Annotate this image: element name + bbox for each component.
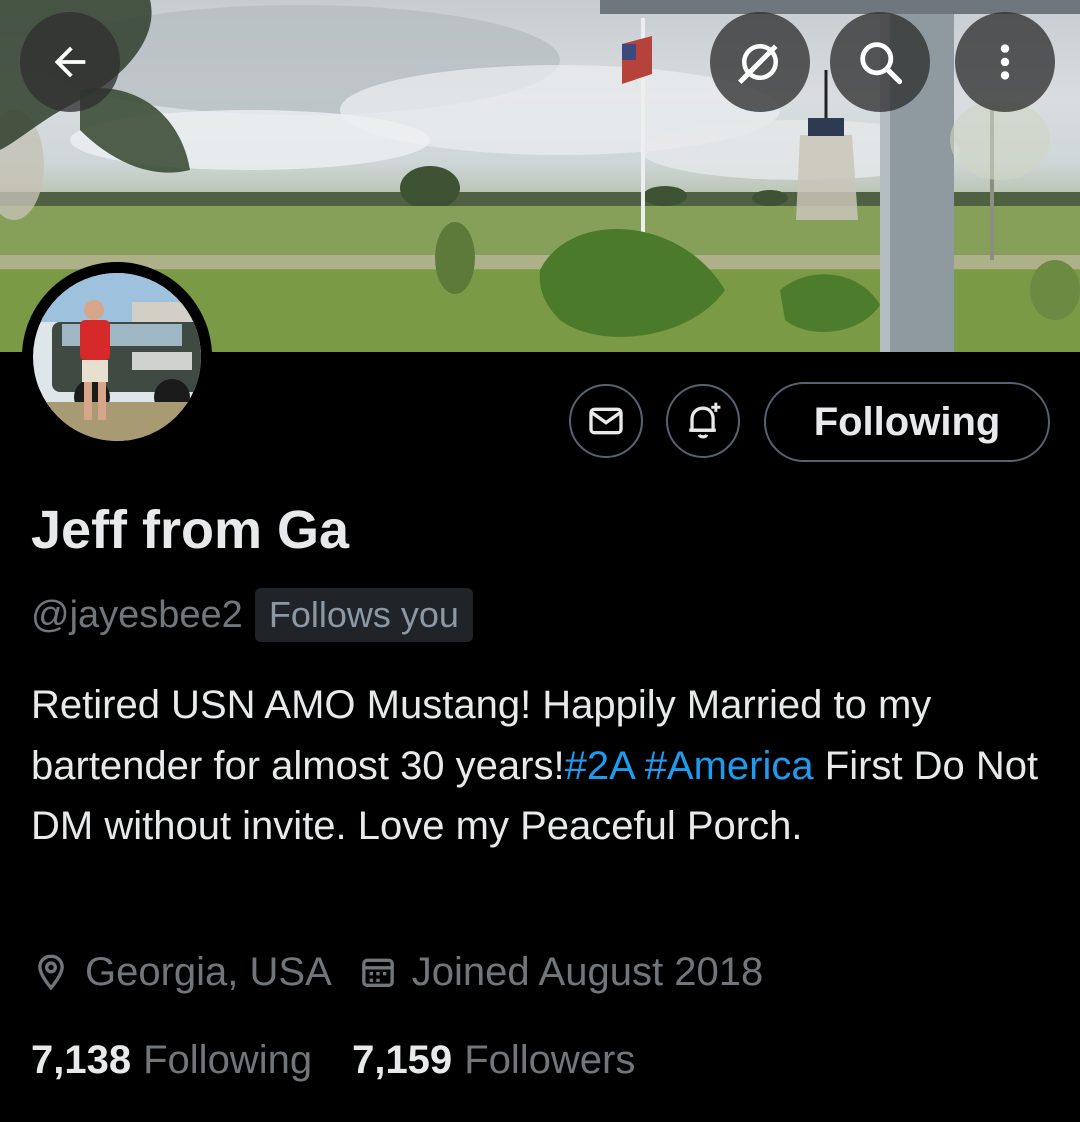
follows-you-badge: Follows you — [254, 588, 473, 642]
mail-icon — [589, 407, 623, 435]
back-button[interactable] — [20, 12, 120, 112]
grok-icon — [737, 44, 778, 85]
message-button[interactable] — [569, 384, 643, 458]
more-vertical-icon — [1000, 44, 1010, 80]
follow-stats: 7,138 Following 7,159 Followers — [31, 1032, 675, 1088]
following-button[interactable]: Following — [764, 382, 1050, 462]
hashtag-america[interactable]: #America — [645, 744, 814, 788]
notifications-button[interactable] — [666, 384, 740, 458]
display-name: Jeff from Ga — [31, 500, 350, 560]
profile-meta: Georgia, USA Joined August 2018 — [31, 944, 789, 1000]
location: Georgia, USA — [31, 950, 332, 995]
search-button[interactable] — [830, 12, 930, 112]
join-date: Joined August 2018 — [358, 950, 763, 995]
profile-screen: Following Jeff from Ga @jayesbee2 Follow… — [0, 0, 1080, 1122]
followers-stat[interactable]: 7,159 Followers — [352, 1038, 635, 1083]
followers-label: Followers — [464, 1037, 636, 1082]
hashtag-2a[interactable]: #2A — [565, 744, 634, 788]
following-count: 7,138 — [31, 1037, 132, 1082]
following-stat[interactable]: 7,138 Following — [31, 1038, 312, 1083]
avatar-image — [22, 262, 212, 452]
handle: @jayesbee2 — [31, 593, 243, 636]
arrow-left-icon — [54, 46, 86, 78]
bell-plus-icon — [689, 402, 721, 439]
bio: Retired USN AMO Mustang! Happily Married… — [31, 675, 1051, 857]
grok-button[interactable] — [710, 12, 810, 112]
search-icon — [860, 42, 903, 85]
location-pin-icon — [31, 952, 71, 992]
location-text: Georgia, USA — [85, 949, 332, 994]
avatar[interactable] — [22, 262, 212, 452]
followers-count: 7,159 — [352, 1037, 453, 1082]
calendar-icon — [358, 952, 398, 992]
handle-row: @jayesbee2 Follows you — [31, 588, 473, 642]
following-label: Following — [143, 1037, 313, 1082]
more-button[interactable] — [955, 12, 1055, 112]
join-date-text: Joined August 2018 — [411, 949, 764, 994]
